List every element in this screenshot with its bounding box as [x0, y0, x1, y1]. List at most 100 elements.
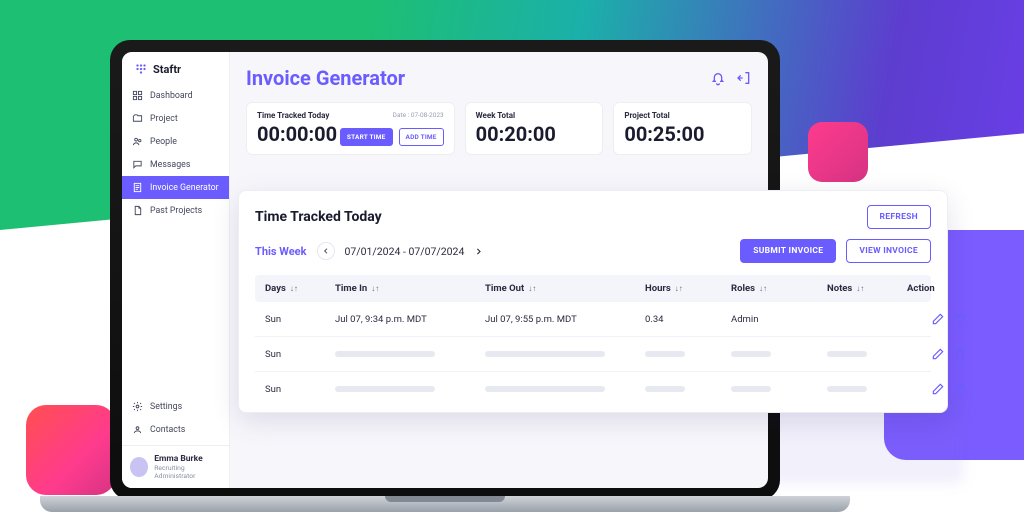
bell-icon[interactable]: [710, 70, 726, 86]
sidebar-item-label: Settings: [150, 402, 182, 412]
logo-icon: [134, 62, 148, 76]
decor-blob-pink: [26, 405, 116, 495]
cell-notes: [827, 351, 907, 357]
sidebar-item-messages[interactable]: Messages: [122, 153, 229, 176]
card-time-today: Time Tracked Today Date : 07-08-2023 00:…: [246, 102, 455, 155]
view-invoice-button[interactable]: VIEW INVOICE: [846, 239, 931, 263]
card-week-total: Week Total 00:20:00: [465, 102, 604, 155]
skeleton: [485, 386, 605, 392]
messages-icon: [132, 159, 143, 170]
people-icon: [132, 136, 143, 147]
sidebar-item-people[interactable]: People: [122, 130, 229, 153]
sort-icon: ↓↑: [759, 284, 767, 293]
skeleton: [731, 386, 771, 392]
col-notes[interactable]: Notes↓↑: [827, 283, 907, 294]
cell-timein: Jul 07, 9:34 p.m. MDT: [335, 314, 485, 325]
avatar: [130, 457, 148, 477]
card-value: 00:25:00: [624, 122, 741, 146]
decor-blob-pink-2: [808, 122, 868, 182]
sidebar-item-label: Past Projects: [150, 206, 202, 216]
sidebar-item-settings[interactable]: Settings: [122, 395, 229, 418]
contact-icon: [132, 424, 143, 435]
card-label: Week Total: [476, 111, 593, 120]
sidebar-item-dashboard[interactable]: Dashboard: [122, 84, 229, 107]
cell-notes: [827, 386, 907, 392]
cell-timein: [335, 351, 485, 357]
edit-icon[interactable]: [931, 312, 945, 326]
cell-hours: [645, 386, 731, 392]
card-date: Date : 07-08-2023: [393, 111, 444, 119]
sidebar-item-label: Invoice Generator: [150, 183, 219, 193]
col-action: Action: [907, 283, 967, 294]
brand-logo[interactable]: Staftr: [122, 52, 229, 84]
folder-icon: [132, 113, 143, 124]
submit-invoice-button[interactable]: SUBMIT INVOICE: [740, 239, 836, 263]
dashboard-icon: [132, 90, 143, 101]
col-timein[interactable]: Time In↓↑: [335, 283, 485, 294]
sort-icon: ↓↑: [528, 284, 536, 293]
table-row: Sun Jul 07, 9:34 p.m. MDT Jul 07, 9:55 p…: [255, 302, 931, 337]
range-label[interactable]: This Week: [255, 245, 307, 258]
refresh-button[interactable]: REFRESH: [867, 205, 931, 229]
brand-name: Staftr: [153, 63, 181, 76]
sidebar-item-label: Contacts: [150, 425, 185, 435]
sidebar-item-label: People: [150, 137, 177, 147]
card-value: 00:00:00: [257, 122, 337, 146]
time-table: Days↓↑ Time In↓↑ Time Out↓↑ Hours↓↑ Role…: [255, 275, 931, 406]
user-name: Emma Burke: [154, 454, 221, 464]
chevron-right-icon[interactable]: [474, 247, 483, 256]
table-row: Sun: [255, 372, 931, 406]
card-value: 00:20:00: [476, 122, 593, 146]
sidebar-item-invoice-generator[interactable]: Invoice Generator: [122, 176, 229, 199]
logout-icon[interactable]: [736, 70, 752, 86]
sidebar-item-label: Dashboard: [150, 91, 193, 101]
user-role: Recruiting Administrator: [154, 464, 221, 480]
prev-week-button[interactable]: [317, 242, 335, 260]
col-hours[interactable]: Hours↓↑: [645, 283, 731, 294]
cell-roles: Admin: [731, 314, 827, 325]
cell-day: Sun: [265, 314, 335, 325]
card-label: Project Total: [624, 111, 741, 120]
panel-title: Time Tracked Today: [255, 209, 382, 225]
skeleton: [645, 351, 685, 357]
edit-icon[interactable]: [931, 382, 945, 396]
chevron-left-icon: [322, 247, 330, 255]
trash-icon[interactable]: [953, 347, 967, 361]
skeleton: [335, 386, 435, 392]
start-time-button[interactable]: START TIME: [340, 128, 393, 146]
skeleton: [645, 386, 685, 392]
time-tracked-panel: Time Tracked Today REFRESH This Week 07/…: [238, 190, 948, 413]
table-row: Sun: [255, 337, 931, 372]
sort-icon: ↓↑: [290, 284, 298, 293]
trash-icon[interactable]: [953, 382, 967, 396]
range-text: 07/01/2024 - 07/07/2024: [345, 245, 465, 258]
sidebar: Staftr Dashboard Project People Messag: [122, 52, 230, 488]
col-roles[interactable]: Roles↓↑: [731, 283, 827, 294]
sidebar-item-past-projects[interactable]: Past Projects: [122, 199, 229, 222]
sidebar-item-project[interactable]: Project: [122, 107, 229, 130]
skeleton: [731, 351, 771, 357]
trash-icon[interactable]: [953, 312, 967, 326]
sidebar-item-contacts[interactable]: Contacts: [122, 418, 229, 441]
skeleton: [485, 351, 605, 357]
cell-timeout: [485, 351, 645, 357]
add-time-button[interactable]: ADD TIME: [399, 128, 444, 146]
col-timeout[interactable]: Time Out↓↑: [485, 283, 645, 294]
user-chip[interactable]: Emma Burke Recruiting Administrator: [122, 445, 229, 488]
gear-icon: [132, 401, 143, 412]
col-days[interactable]: Days↓↑: [265, 283, 335, 294]
cell-timeout: [485, 386, 645, 392]
card-project-total: Project Total 00:25:00: [613, 102, 752, 155]
skeleton: [827, 351, 867, 357]
skeleton: [827, 386, 867, 392]
cell-timein: [335, 386, 485, 392]
nav-bottom: Settings Contacts: [122, 391, 229, 445]
cell-roles: [731, 351, 827, 357]
cell-day: Sun: [265, 384, 335, 395]
page-title: Invoice Generator: [246, 66, 405, 90]
cell-timeout: Jul 07, 9:55 p.m. MDT: [485, 314, 645, 325]
document-icon: [132, 205, 143, 216]
edit-icon[interactable]: [931, 347, 945, 361]
sort-icon: ↓↑: [371, 284, 379, 293]
cell-roles: [731, 386, 827, 392]
